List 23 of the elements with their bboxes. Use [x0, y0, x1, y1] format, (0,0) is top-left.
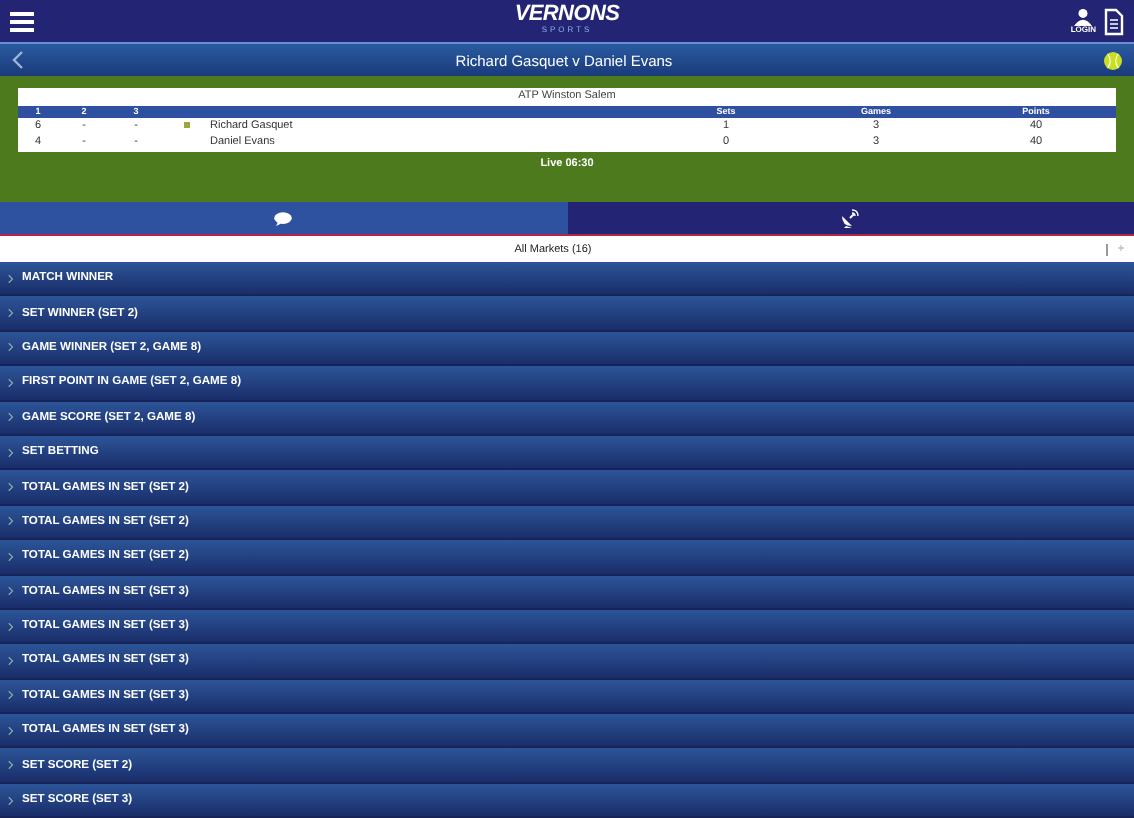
chevron-icon: [8, 760, 14, 771]
back-icon[interactable]: [12, 50, 24, 70]
satellite-dish-icon: [840, 208, 861, 228]
chevron-icon: [8, 795, 14, 806]
chevron-icon: [8, 551, 14, 562]
chevron-icon: [8, 377, 14, 388]
tennis-ball-icon: [1103, 51, 1122, 69]
speech-bubble-icon: [274, 211, 293, 225]
chevron-icon: [8, 725, 14, 736]
chevron-icon: [8, 308, 14, 319]
chevron-icon: [8, 690, 14, 701]
chevron-icon: [8, 621, 14, 632]
chevron-icon: [8, 447, 14, 458]
logo[interactable]: VERNONS: [514, 4, 620, 26]
chevron-icon: [8, 516, 14, 527]
chevron-icon: [8, 342, 14, 353]
chevron-icon: [8, 586, 14, 597]
menu-icon[interactable]: [10, 11, 34, 31]
chevron-icon: [8, 412, 14, 423]
betslip-icon[interactable]: [1104, 7, 1124, 35]
chevron-icon: [8, 273, 14, 284]
chevron-icon: [8, 482, 14, 493]
chevron-icon: [8, 655, 14, 666]
